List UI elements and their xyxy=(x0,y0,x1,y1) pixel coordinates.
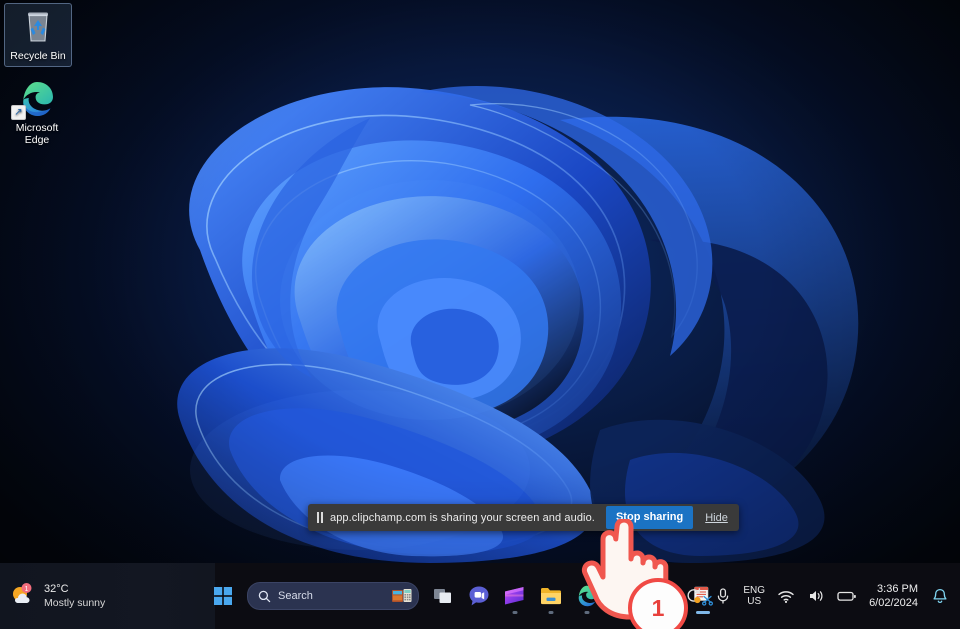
clock-time: 3:36 PM xyxy=(877,583,918,595)
volume-button[interactable] xyxy=(801,579,831,613)
network-button[interactable] xyxy=(771,579,801,613)
desktop-wallpaper[interactable] xyxy=(0,0,960,563)
teams-chat-button[interactable] xyxy=(461,576,497,616)
clock-button[interactable]: 3:36 PM 6/02/2024 xyxy=(863,582,926,610)
weather-icon: 1 xyxy=(10,582,36,611)
desktop-icon-microsoft-edge[interactable]: ↗ Microsoft Edge xyxy=(4,76,70,150)
running-indicator xyxy=(584,611,590,614)
wifi-icon xyxy=(778,591,794,603)
search-icon xyxy=(258,590,271,602)
desktop-icon-label: Recycle Bin xyxy=(10,50,66,62)
stop-sharing-button[interactable]: Stop sharing xyxy=(605,506,694,529)
desktop-icon-recycle-bin[interactable]: Recycle Bin xyxy=(4,3,72,67)
weather-temperature: 32°C xyxy=(44,583,69,595)
notifications-button[interactable] xyxy=(926,579,954,613)
weather-text: 32°C Mostly sunny xyxy=(44,582,105,610)
running-indicator xyxy=(548,611,554,614)
bell-icon xyxy=(933,588,947,603)
running-indicator xyxy=(512,611,518,614)
speaker-icon xyxy=(810,591,823,601)
share-status-text: app.clipchamp.com is sharing your screen… xyxy=(330,511,595,524)
update-sync-icon xyxy=(687,588,701,604)
search-input[interactable]: Search xyxy=(247,582,419,610)
microphone-icon xyxy=(718,588,729,604)
battery-button[interactable] xyxy=(831,579,863,613)
screen-share-bar: app.clipchamp.com is sharing your screen… xyxy=(308,504,739,531)
desktop-icon-label-line2: Edge xyxy=(24,134,50,146)
clipchamp-icon xyxy=(505,587,524,605)
language-indicator[interactable]: ENG US xyxy=(737,579,771,613)
search-placeholder: Search xyxy=(278,590,313,602)
desk-thumbnail-icon xyxy=(392,589,412,602)
language-line1: ENG xyxy=(743,585,766,596)
folder-icon xyxy=(541,588,561,605)
pause-icon[interactable] xyxy=(317,512,323,523)
start-button[interactable] xyxy=(205,576,241,616)
svg-text:1: 1 xyxy=(25,586,29,593)
microsoft-edge-icon: ↗ xyxy=(4,79,70,120)
microsoft-edge-button[interactable] xyxy=(569,576,605,616)
system-tray: ENG US 3:36 PM 6/02/2024 xyxy=(653,563,954,629)
task-view-icon xyxy=(434,589,451,603)
wallpaper-bloom-art xyxy=(177,86,859,563)
clock-date: 6/02/2024 xyxy=(869,597,918,609)
clipchamp-button[interactable] xyxy=(497,576,533,616)
desktop-icon-label-line1: Microsoft xyxy=(15,122,59,134)
taskbar-left-region: 1 32°C Mostly sunny xyxy=(0,563,215,629)
weather-widget[interactable]: 1 32°C Mostly sunny xyxy=(10,582,105,611)
hide-link[interactable]: Hide xyxy=(705,512,728,524)
file-explorer-button[interactable] xyxy=(533,576,569,616)
microphone-button[interactable] xyxy=(709,579,737,613)
battery-icon xyxy=(837,591,856,601)
windows-logo-icon xyxy=(214,587,232,605)
language-line2: US xyxy=(747,596,762,607)
shortcut-arrow-icon: ↗ xyxy=(11,105,26,120)
chat-bubble-icon xyxy=(469,586,489,606)
step-number-badge: 1 xyxy=(628,578,688,629)
microsoft-edge-icon xyxy=(578,585,597,607)
recycle-bin-icon xyxy=(5,7,71,47)
weather-condition: Mostly sunny xyxy=(44,597,106,609)
taskbar: 1 32°C Mostly sunny Search ENG US 3:36 P… xyxy=(0,563,960,629)
desktop-screen: Recycle Bin ↗ Microsoft Edge app.clipcha… xyxy=(0,0,960,629)
task-view-button[interactable] xyxy=(425,576,461,616)
search-suggestion-icons xyxy=(391,585,413,607)
